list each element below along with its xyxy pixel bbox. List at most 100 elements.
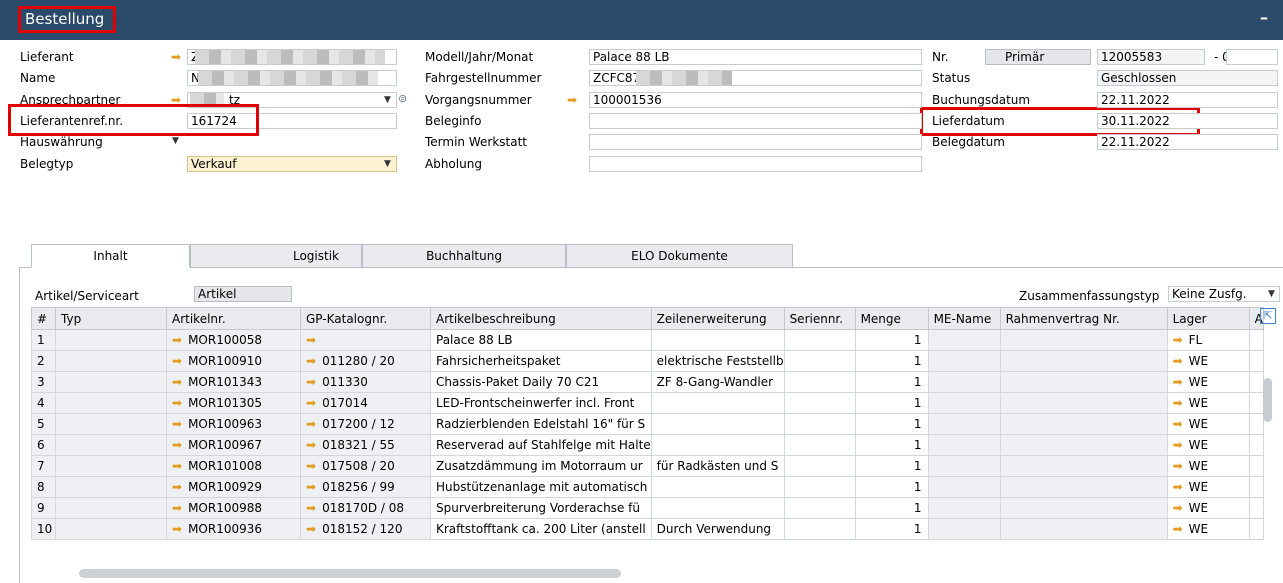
cell-artikelnr[interactable]: ➡ MOR100910 [166,350,301,372]
lieferdatum-field[interactable]: 30.11.2022 [1097,113,1278,129]
link-arrow-icon[interactable]: ➡ [306,396,316,410]
cell-gp-katalognr[interactable]: ➡ 011330 [300,371,431,393]
link-arrow-icon[interactable]: ➡ [172,375,182,389]
tab-inhalt[interactable]: Inhalt [31,244,190,268]
buchungsdatum-field[interactable]: 22.11.2022 [1097,92,1278,108]
cell-lager[interactable]: ➡ WE [1166,518,1250,540]
link-arrow-icon[interactable]: ➡ [172,522,182,536]
cell-lager[interactable]: ➡ WE [1166,434,1250,456]
cell-lager[interactable]: ➡ WE [1166,392,1250,414]
details-circle-icon[interactable]: ⊜ [398,91,407,107]
cell-artikelnr[interactable]: ➡ MOR101343 [166,371,301,393]
beleginfo-field[interactable] [589,113,922,129]
link-arrow-icon[interactable]: ➡ [172,417,182,431]
column-header-artikelbeschreibung[interactable]: Artikelbeschreibung [430,307,652,330]
column-header-lager[interactable]: Lager [1166,307,1250,330]
artikel-service-select[interactable]: Artikel [194,286,292,302]
link-arrow-icon[interactable]: ➡ [1173,522,1183,536]
link-arrow-icon[interactable]: ➡ [1173,438,1183,452]
link-arrow-icon[interactable]: ➡ [306,438,316,452]
tab-elo-dokumente[interactable]: ELO Dokumente [566,244,793,268]
link-arrow-icon[interactable]: ➡ [1173,333,1183,347]
tab-buchhaltung[interactable]: Buchhaltung [362,244,566,268]
zusammenfassung-dropdown-icon[interactable]: ▼ [1268,286,1275,302]
link-arrow-icon[interactable]: ➡ [1173,417,1183,431]
cell-artikelnr[interactable]: ➡ MOR100988 [166,497,301,519]
link-arrow-icon[interactable]: ➡ [1173,354,1183,368]
belegtyp-select[interactable]: Verkauf [187,156,397,172]
zusammenfassung-select[interactable]: Keine Zusfg. [1168,286,1280,302]
table-row[interactable]: 3 ➡ MOR101343 ➡ 011330 Chassis-Paket Daily 70… [31,371,1264,393]
werkstatt-field[interactable] [589,134,922,150]
link-arrow-icon[interactable]: ➡ [306,501,316,515]
cell-lager[interactable]: ➡ WE [1166,371,1250,393]
table-row[interactable]: 7 ➡ MOR101008 ➡ 017508 / 20 Zusatzdämmung im … [31,455,1264,477]
link-arrow-icon[interactable]: ➡ [172,396,182,410]
cell-gp-katalognr[interactable]: ➡ 018321 / 55 [300,434,431,456]
vertical-scrollbar[interactable] [1263,378,1272,422]
link-arrow-icon[interactable]: ➡ [306,333,316,347]
nr-series-select[interactable]: Primär [985,49,1091,65]
cell-artikelnr[interactable]: ➡ MOR100967 [166,434,301,456]
table-row[interactable]: 2 ➡ MOR100910 ➡ 011280 / 20 Fahrsicherheitspa… [31,350,1264,372]
column-header-me-name[interactable]: ME-Name [927,307,1001,330]
column-header-artikelnr[interactable]: Artikelnr. [166,307,301,330]
cell-gp-katalognr[interactable]: ➡ 017508 / 20 [300,455,431,477]
table-row[interactable]: 5 ➡ MOR100963 ➡ 017200 / 12 Radzierblenden Ed… [31,413,1264,435]
table-row[interactable]: 9 ➡ MOR100988 ➡ 018170D / 08 Spurverbreiterun… [31,497,1264,519]
link-arrow-icon[interactable]: ➡ [1173,375,1183,389]
cell-artikelnr[interactable]: ➡ MOR101305 [166,392,301,414]
cell-lager[interactable]: ➡ WE [1166,455,1250,477]
cell-artikelnr[interactable]: ➡ MOR100058 [166,329,301,351]
cell-lager[interactable]: ➡ WE [1166,476,1250,498]
cell-gp-katalognr[interactable]: ➡ 017200 / 12 [300,413,431,435]
link-arrow-icon[interactable]: ➡ [1173,396,1183,410]
cell-artikelnr[interactable]: ➡ MOR101008 [166,455,301,477]
link-arrow-icon[interactable]: ➡ [172,354,182,368]
link-arrow-icon[interactable]: ➡ [306,417,316,431]
lieferantenref-field[interactable]: 161724 [187,113,397,129]
cell-lager[interactable]: ➡ WE [1166,413,1250,435]
cell-artikelnr[interactable]: ➡ MOR100963 [166,413,301,435]
ansprechpartner-dropdown-icon[interactable]: ▼ [384,92,391,108]
link-arrow-icon[interactable]: ➡ [306,375,316,389]
modell-field[interactable]: Palace 88 LB [589,49,922,65]
vorgang-field[interactable]: 100001536 [589,92,922,108]
cell-gp-katalognr[interactable]: ➡ [300,329,431,351]
cell-gp-katalognr[interactable]: ➡ 011280 / 20 [300,350,431,372]
column-header-typ[interactable]: Typ [55,307,167,330]
cell-artikelnr[interactable]: ➡ MOR100936 [166,518,301,540]
table-row[interactable]: 1 ➡ MOR100058 ➡ Palace 88 LB 1 ➡ FL [31,329,1264,351]
belegdatum-field[interactable]: 22.11.2022 [1097,134,1278,150]
waehrung-dropdown-icon[interactable]: ▼ [172,133,179,149]
link-arrow-icon[interactable]: ➡ [172,480,182,494]
cell-lager[interactable]: ➡ WE [1166,350,1250,372]
vorgang-link-arrow-icon[interactable]: ➡ [567,92,577,108]
cell-artikelnr[interactable]: ➡ MOR100929 [166,476,301,498]
link-arrow-icon[interactable]: ➡ [306,354,316,368]
lieferant-link-arrow-icon[interactable]: ➡ [171,49,181,65]
link-arrow-icon[interactable]: ➡ [172,501,182,515]
link-arrow-icon[interactable]: ➡ [1173,480,1183,494]
column-header-zeilenerweiterung[interactable]: Zeilenerweiterung [650,307,785,330]
cell-lager[interactable]: ➡ FL [1166,329,1250,351]
tab-logistik[interactable]: Logistik [190,244,362,268]
table-row[interactable]: 6 ➡ MOR100967 ➡ 018321 / 55 Reserverad auf St… [31,434,1264,456]
link-arrow-icon[interactable]: ➡ [306,459,316,473]
expand-icon[interactable]: ⇱ [1260,308,1276,324]
column-header-menge[interactable]: Menge [854,307,929,330]
link-arrow-icon[interactable]: ➡ [306,480,316,494]
link-arrow-icon[interactable]: ➡ [172,459,182,473]
link-arrow-icon[interactable]: ➡ [306,522,316,536]
link-arrow-icon[interactable]: ➡ [1173,459,1183,473]
column-header-rahmenvertrag[interactable]: Rahmenvertrag Nr. [999,307,1168,330]
cell-lager[interactable]: ➡ WE [1166,497,1250,519]
link-arrow-icon[interactable]: ➡ [172,333,182,347]
table-row[interactable]: 4 ➡ MOR101305 ➡ 017014 LED-Frontscheinwerfer … [31,392,1264,414]
column-header-gp-katalognr[interactable]: GP-Katalognr. [300,307,431,330]
cell-gp-katalognr[interactable]: ➡ 018170D / 08 [300,497,431,519]
table-row[interactable]: 10 ➡ MOR100936 ➡ 018152 / 120 Kraftstofftank … [31,518,1264,540]
ansprechpartner-link-arrow-icon[interactable]: ➡ [171,92,181,108]
minimize-button[interactable]: – [1255,9,1273,27]
abholung-field[interactable] [589,156,922,172]
